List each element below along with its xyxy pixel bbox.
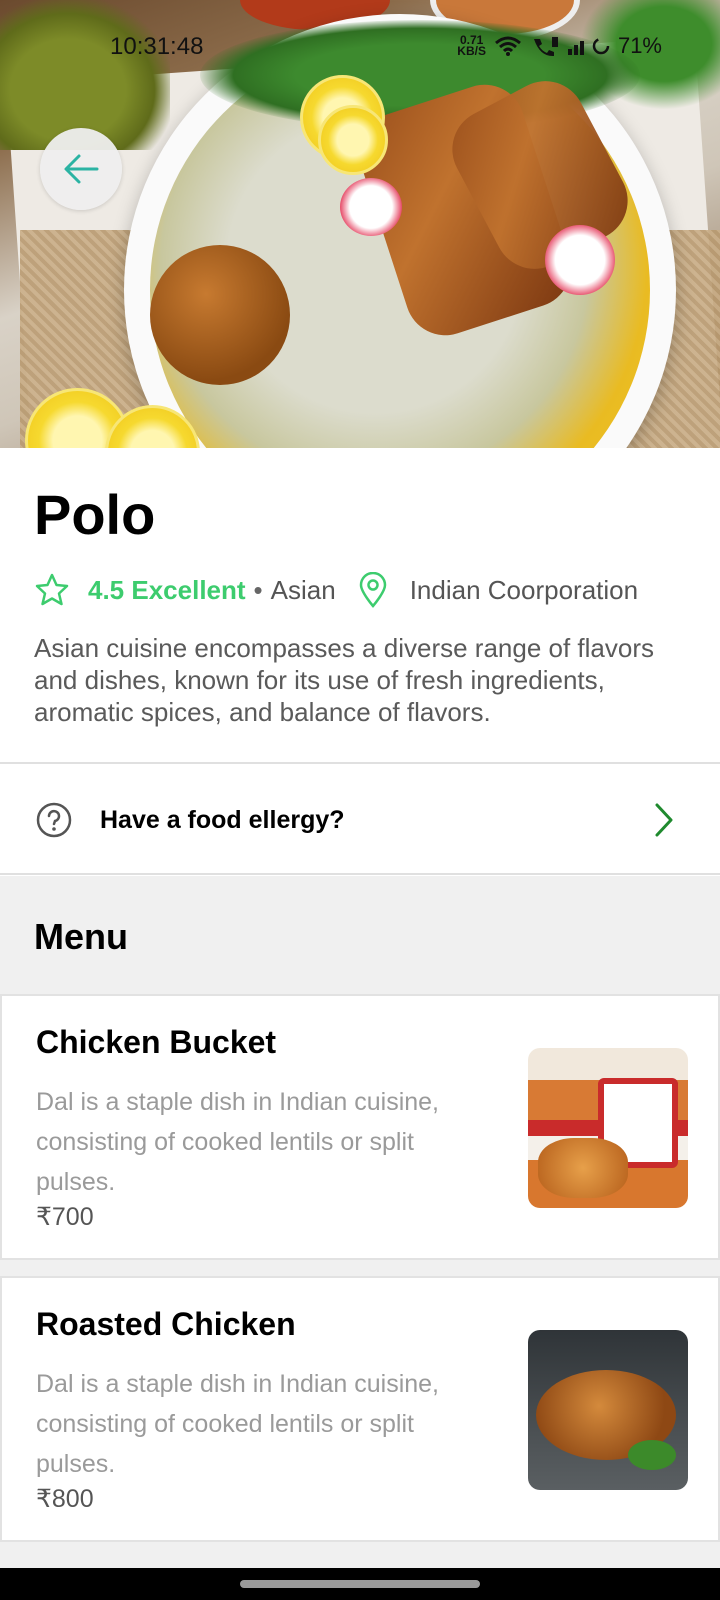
arrow-left-icon bbox=[64, 154, 99, 184]
menu-section-header: Menu bbox=[0, 876, 720, 994]
food-allergy-row[interactable]: Have a food ellergy? bbox=[0, 766, 720, 874]
restaurant-meta: 4.5 Excellent • Asian Indian Coorporatio… bbox=[34, 570, 638, 610]
menu-item-image bbox=[528, 1048, 688, 1208]
question-circle-icon bbox=[36, 802, 72, 838]
menu-item-price: ₹700 bbox=[36, 1203, 94, 1231]
battery-icon bbox=[592, 37, 610, 55]
battery-percent: 71% bbox=[617, 33, 662, 58]
meta-separator: • bbox=[253, 574, 263, 605]
garnish-shape bbox=[628, 1440, 676, 1470]
status-time: 10:31:48 bbox=[110, 33, 204, 60]
menu-item-name: Chicken Bucket bbox=[36, 1024, 277, 1060]
divider bbox=[0, 873, 720, 875]
hero-food-image bbox=[0, 0, 720, 448]
net-speed-unit: KB/S bbox=[457, 44, 486, 58]
menu-item-name: Roasted Chicken bbox=[36, 1306, 296, 1342]
status-icons: 0.71 KB/S 71% bbox=[457, 33, 662, 59]
location-pin-icon bbox=[358, 572, 388, 608]
menu-list: Chicken Bucket Dal is a staple dish in I… bbox=[0, 994, 720, 1568]
menu-heading: Menu bbox=[34, 916, 128, 957]
divider bbox=[0, 762, 720, 764]
back-button[interactable] bbox=[40, 128, 122, 210]
menu-item-card[interactable]: Roasted Chicken Dal is a staple dish in … bbox=[0, 1276, 720, 1542]
call-wifi-icon bbox=[533, 37, 558, 57]
menu-item-price: ₹800 bbox=[36, 1485, 94, 1513]
home-gesture-pill[interactable] bbox=[240, 1580, 480, 1588]
menu-item-image bbox=[528, 1330, 688, 1490]
fried-chicken-shape bbox=[538, 1138, 628, 1198]
restaurant-info: Polo 4.5 Excellent • Asian Indian Coorpo… bbox=[0, 448, 720, 764]
signal-icon bbox=[567, 37, 584, 55]
star-icon bbox=[35, 573, 69, 606]
food-allergy-label: Have a food ellergy? bbox=[100, 806, 345, 834]
location-text[interactable]: Indian Coorporation bbox=[410, 575, 638, 606]
hero-radish bbox=[340, 178, 402, 236]
status-bar: 10:31:48 0.71 KB/S 71% bbox=[0, 0, 720, 60]
system-navigation-bar bbox=[0, 1568, 720, 1600]
rating-text: 4.5 Excellent bbox=[88, 574, 246, 605]
wifi-icon bbox=[494, 36, 521, 56]
menu-item-description: Dal is a staple dish in Indian cuisine, … bbox=[36, 1370, 440, 1478]
hero-garlic bbox=[150, 245, 290, 385]
hero-lemon-slice bbox=[318, 105, 388, 175]
menu-item-description: Dal is a staple dish in Indian cuisine, … bbox=[36, 1088, 440, 1196]
cuisine-text: Asian bbox=[270, 574, 336, 605]
menu-item-card[interactable]: Chicken Bucket Dal is a staple dish in I… bbox=[0, 994, 720, 1260]
hero-radish bbox=[545, 225, 615, 295]
net-speed: 0.71 KB/S bbox=[457, 34, 486, 58]
restaurant-name: Polo bbox=[34, 483, 156, 546]
chevron-right-icon bbox=[655, 803, 673, 837]
restaurant-description: Asian cuisine encompasses a diverse rang… bbox=[34, 633, 654, 727]
